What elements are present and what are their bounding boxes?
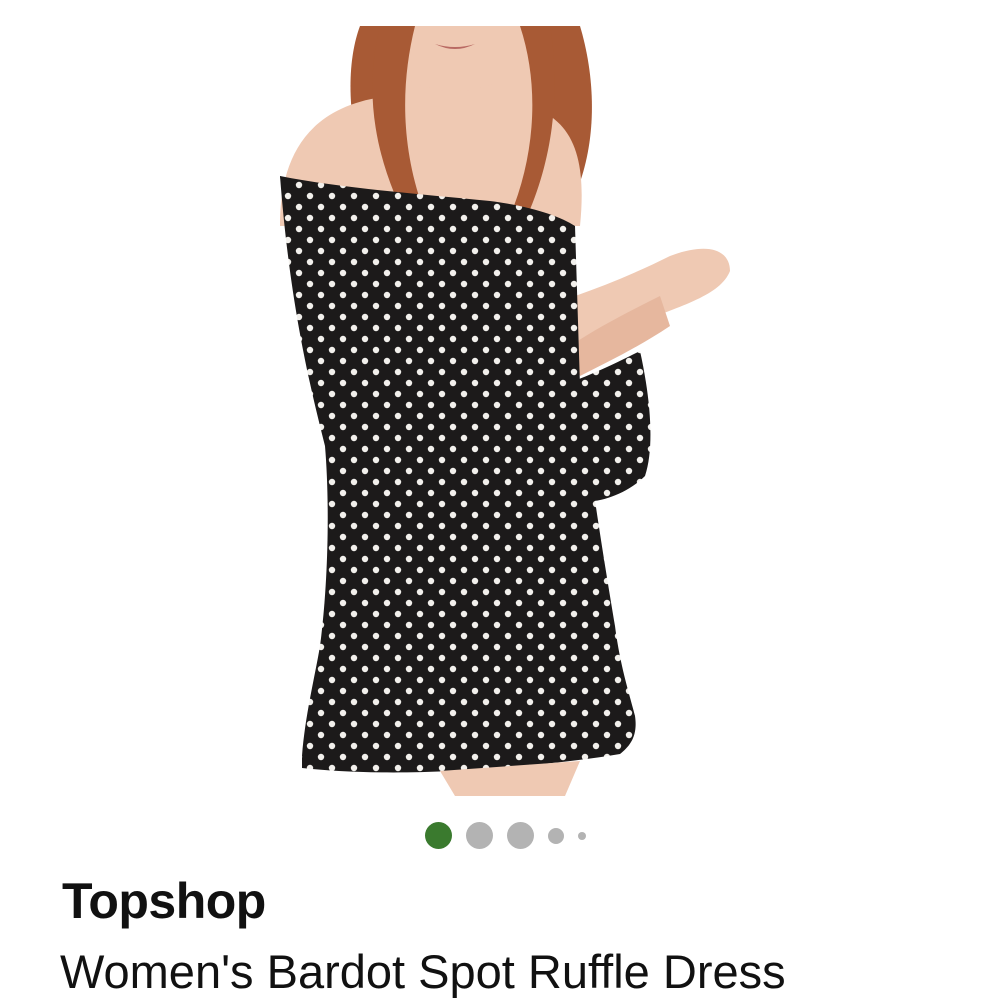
product-brand[interactable]: Topshop: [62, 872, 266, 930]
product-title: Women's Bardot Spot Ruffle Dress: [60, 945, 786, 998]
carousel-dot-3[interactable]: [507, 822, 534, 849]
image-carousel-indicator[interactable]: [0, 822, 1000, 850]
dress-photo: [280, 26, 730, 796]
carousel-dot-5[interactable]: [578, 832, 586, 840]
product-image[interactable]: [250, 26, 750, 796]
carousel-dot-1[interactable]: [425, 822, 452, 849]
carousel-dot-4[interactable]: [548, 828, 564, 844]
product-page: Topshop Women's Bardot Spot Ruffle Dress: [0, 0, 1000, 1000]
carousel-dot-2[interactable]: [466, 822, 493, 849]
